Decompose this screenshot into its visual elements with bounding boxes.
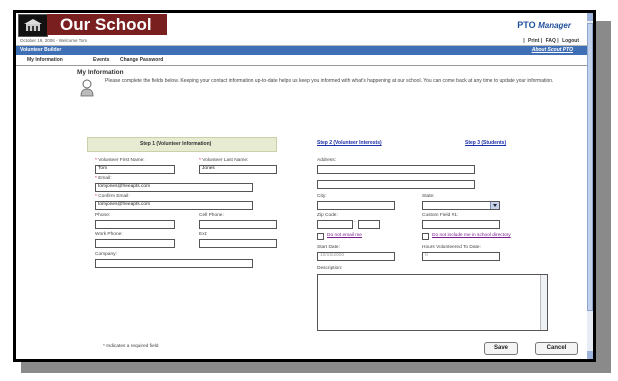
scroll-up-arrow-icon[interactable] (587, 13, 593, 21)
cancel-button[interactable]: Cancel (535, 342, 578, 355)
tab-change-password[interactable]: Change Password (120, 57, 163, 63)
last-name-label: * Volunteer Last Name: (199, 158, 249, 163)
state-select[interactable] (422, 201, 500, 210)
hours-volunteered-field[interactable]: 0 (422, 252, 500, 261)
first-name-label: * Volunteer First Name: (95, 158, 145, 163)
intro-text: Please complete the fields below. Keepin… (105, 78, 554, 84)
first-name-field[interactable]: Tom (95, 165, 175, 174)
page-title: My Information (77, 69, 124, 76)
start-date-field[interactable]: 10/15/2006 (317, 252, 395, 261)
save-button[interactable]: Save (484, 342, 518, 355)
vertical-scrollbar[interactable] (587, 13, 593, 359)
scroll-thumb[interactable] (587, 23, 593, 311)
section-bar: Volunteer Builder About Scout PTO (16, 46, 587, 55)
company-label: Company: (95, 252, 117, 257)
company-field[interactable] (95, 259, 253, 268)
confirm-email-field[interactable]: tomjones@freeapts.com (95, 201, 253, 210)
ext-field[interactable] (199, 239, 277, 248)
do-not-include-label[interactable]: Do not include me in school directory (432, 233, 511, 238)
step-2-link[interactable]: Step 2 (Volunteer Interests) (317, 140, 382, 146)
description-label: Description: (317, 266, 343, 271)
faq-link[interactable]: FAQ (546, 38, 556, 44)
scroll-down-arrow-icon[interactable] (587, 351, 593, 359)
tab-bar: My Information Events Change Password (16, 56, 587, 66)
school-title: Our School (60, 15, 152, 34)
custom-field-input[interactable] (422, 220, 500, 229)
address-line-2-field[interactable] (317, 180, 475, 189)
phone-label: Phone: (95, 213, 111, 218)
last-name-field[interactable]: Jones (199, 165, 277, 174)
work-phone-field[interactable] (95, 239, 175, 248)
school-building-icon (24, 19, 42, 31)
zip-code-label: Zip Code: (317, 213, 338, 218)
browser-window: Our School PTO Manager October 19, 2006 … (16, 13, 593, 359)
about-scout-pto-link[interactable]: About Scout PTO (532, 47, 573, 53)
email-label: * Email: (95, 176, 112, 181)
print-link[interactable]: Print (528, 38, 539, 44)
phone-field[interactable] (95, 220, 175, 229)
email-field[interactable]: tomjones@freeapts.com (95, 183, 253, 192)
do-not-email-label[interactable]: Do not email me (327, 233, 362, 238)
do-not-include-checkbox[interactable] (422, 233, 429, 240)
zip-plus4-field[interactable] (358, 220, 380, 229)
chevron-down-icon[interactable] (490, 202, 499, 209)
tab-my-information[interactable]: My Information (27, 57, 63, 63)
logout-link[interactable]: Logout (562, 38, 579, 44)
ext-label: Ext: (199, 232, 208, 237)
address-line-1-field[interactable] (317, 165, 475, 174)
site-header: Our School PTO Manager (16, 13, 593, 37)
tab-events[interactable]: Events (93, 57, 109, 63)
textarea-scrollbar[interactable] (540, 275, 547, 330)
hours-volunteered-label: Hours Volunteered To Date: (422, 245, 481, 250)
cell-phone-field[interactable] (199, 220, 277, 229)
custom-field-label: Custom Field #1: (422, 213, 459, 218)
zip-code-field[interactable] (317, 220, 353, 229)
description-textarea[interactable] (317, 274, 548, 331)
state-label: State: (422, 194, 435, 199)
zip-separator: - (354, 220, 356, 225)
status-bar: October 19, 2006 - Welcome Tom | Print |… (16, 37, 593, 46)
top-links: | Print | FAQ | Logout (523, 38, 579, 44)
cell-phone-label: Cell Phone: (199, 213, 224, 218)
school-title-banner: Our School (47, 14, 167, 35)
step-1-tab[interactable]: Step 1 (Volunteer Information) (87, 137, 277, 152)
do-not-email-checkbox[interactable] (317, 233, 324, 240)
city-field[interactable] (317, 201, 395, 210)
person-icon (80, 79, 94, 97)
address-label: Address: (317, 158, 336, 163)
required-field-note: * Indicates a required field (103, 344, 159, 349)
volunteer-builder-label[interactable]: Volunteer Builder (20, 47, 61, 53)
pto-manager-logo: PTO Manager (517, 20, 571, 30)
start-date-label: Start Date: (317, 245, 340, 250)
step-3-link[interactable]: Step 3 (Students) (465, 140, 506, 146)
school-logo (18, 14, 48, 37)
date-welcome-text: October 19, 2006 - Welcome Tom (20, 38, 88, 43)
city-label: City: (317, 194, 327, 199)
work-phone-label: Work Phone: (95, 232, 123, 237)
confirm-email-label: * Confirm Email: (95, 194, 130, 199)
